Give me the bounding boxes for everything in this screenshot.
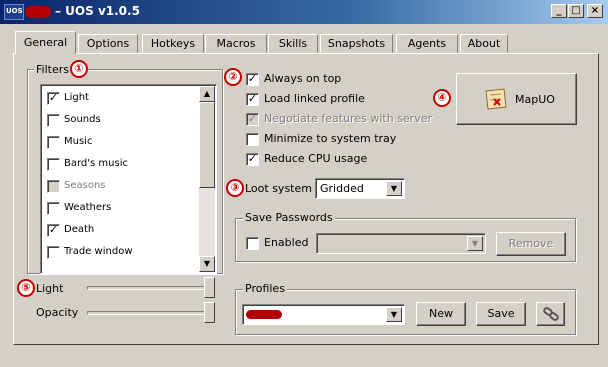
redacted-profile-name [246,310,282,319]
map-icon [485,88,507,110]
option-label: Load linked profile [264,92,365,105]
filter-checkbox[interactable] [47,202,60,215]
filter-label: Trade window [64,246,133,257]
tab-agents[interactable]: Agents [396,34,458,53]
passwords-account-dropdown: ▼ [316,233,486,254]
opacity-slider-label: Opacity [36,306,79,319]
filters-list[interactable]: ✓ Light Sounds Music Bard's music Seasons Weat… [40,84,217,274]
filter-checkbox[interactable] [47,114,60,127]
profiles-dropdown[interactable]: ▼ [242,304,405,325]
passwords-enabled-checkbox[interactable] [246,237,259,250]
filter-checkbox[interactable]: ✓ [47,224,60,237]
option-label: Minimize to system tray [264,132,397,145]
option-label: Always on top [264,72,342,85]
option-label: Negotiate features with server [264,112,432,125]
loot-system-value: Gridded [320,182,364,195]
scroll-up-icon[interactable]: ▲ [199,86,215,102]
passwords-enabled-label: Enabled [264,236,309,249]
close-button[interactable]: × [587,4,603,18]
filter-checkbox[interactable] [47,158,60,171]
chain-link-icon [543,307,559,321]
option-checkbox[interactable]: ✓ [246,73,259,86]
maximize-button[interactable]: □ [568,4,584,18]
option-checkbox[interactable] [246,133,259,146]
annotation-4: ④ [433,89,451,107]
tab-snapshots[interactable]: Snapshots [320,34,393,53]
chevron-down-icon[interactable]: ▼ [386,181,402,196]
annotation-5: ⑤ [17,279,35,297]
scroll-thumb[interactable] [199,102,215,188]
filter-checkbox [47,180,60,193]
link-profile-button[interactable] [536,302,565,326]
filter-label: Sounds [64,114,101,125]
filter-checkbox[interactable] [47,246,60,259]
app-icon: UOS [4,4,24,20]
filter-label: Death [64,224,95,235]
light-slider-thumb[interactable] [204,277,215,298]
chevron-down-icon[interactable]: ▼ [386,307,402,322]
redacted-title-part [25,6,51,18]
opacity-slider-thumb[interactable] [204,302,215,323]
tab-general[interactable]: General [15,31,76,54]
remove-button: Remove [496,232,566,256]
light-slider-track[interactable] [87,286,215,290]
tab-options[interactable]: Options [78,34,138,53]
filter-checkbox[interactable]: ✓ [47,92,60,105]
tab-about[interactable]: About [460,34,508,53]
filter-label: Bard's music [64,158,128,169]
filters-label: Filters [34,63,71,76]
new-profile-button[interactable]: New [416,302,466,326]
annotation-2: ② [224,68,242,86]
tab-hotkeys[interactable]: Hotkeys [142,34,204,53]
window-title: – UOS v1.0.5 [55,4,140,18]
filter-checkbox[interactable] [47,136,60,149]
option-label: Reduce CPU usage [264,152,368,165]
filter-label: Music [64,136,93,147]
filter-label: Seasons [64,180,106,191]
tab-skills[interactable]: Skills [268,34,318,53]
scroll-down-icon[interactable]: ▼ [199,256,215,272]
title-bar: UOS – UOS v1.0.5 _ □ × [0,0,608,24]
option-checkbox[interactable]: ✓ [246,93,259,106]
save-passwords-label: Save Passwords [243,211,335,224]
minimize-button[interactable]: _ [551,4,567,18]
filters-scrollbar[interactable]: ▲ ▼ [199,86,215,272]
annotation-3: ③ [226,179,244,197]
loot-system-dropdown[interactable]: Gridded ▼ [315,178,405,199]
option-checkbox: ✓ [246,112,259,126]
chevron-down-icon: ▼ [467,236,483,251]
loot-system-label: Loot system [245,182,312,195]
tab-macros[interactable]: Macros [205,34,267,53]
mapuo-button[interactable]: MapUO [456,73,577,125]
mapuo-label: MapUO [515,93,555,106]
opacity-slider-track[interactable] [87,311,215,315]
filter-label: Light [64,92,89,103]
save-profile-button[interactable]: Save [476,302,526,326]
filter-label: Weathers [64,202,112,213]
option-checkbox[interactable]: ✓ [246,153,259,166]
profiles-label: Profiles [243,282,287,295]
annotation-1: ① [70,60,88,78]
light-slider-label: Light [36,282,64,295]
